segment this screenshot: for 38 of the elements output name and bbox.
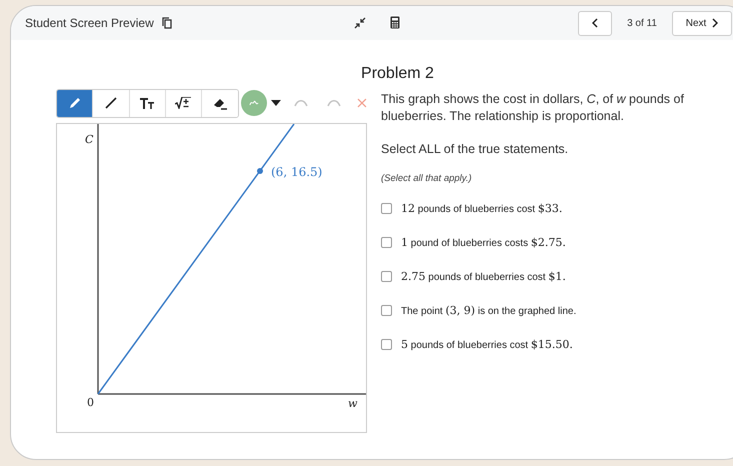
calculator-icon[interactable] bbox=[390, 16, 400, 29]
close-icon[interactable] bbox=[357, 98, 367, 108]
checkbox[interactable] bbox=[381, 304, 392, 316]
x-axis-label: w bbox=[348, 397, 358, 410]
instruction-text: Select ALL of the true statements. bbox=[381, 142, 570, 156]
text-size-icon bbox=[140, 98, 154, 108]
chevron-right-icon bbox=[712, 18, 718, 28]
checkbox[interactable] bbox=[381, 202, 392, 214]
eraser-icon bbox=[212, 96, 228, 110]
chevron-left-icon bbox=[592, 18, 598, 28]
option-label[interactable]: 5 pounds of blueberries cost $15.50. bbox=[401, 338, 573, 350]
checkbox[interactable] bbox=[381, 270, 392, 282]
next-button[interactable]: Next bbox=[672, 10, 732, 36]
color-picker-button[interactable] bbox=[241, 90, 268, 116]
option-label[interactable]: 1 pound of blueberries costs $2.75. bbox=[401, 236, 566, 248]
previous-button[interactable] bbox=[578, 10, 612, 36]
copy-icon[interactable] bbox=[162, 17, 172, 29]
graph-point bbox=[257, 168, 263, 174]
option-label[interactable]: 12 pounds of blueberries cost $33. bbox=[401, 202, 562, 214]
pencil-tool-button[interactable] bbox=[57, 90, 94, 116]
checkbox[interactable] bbox=[381, 338, 392, 350]
dropdown-caret-icon[interactable] bbox=[271, 100, 282, 106]
page-indicator: 3 of 11 bbox=[626, 18, 658, 28]
line-icon bbox=[104, 97, 117, 109]
pencil-icon bbox=[68, 96, 82, 110]
point-label: (6, 16.5) bbox=[271, 165, 322, 179]
square-root-icon bbox=[175, 97, 192, 109]
problem-title: Problem 2 bbox=[360, 65, 435, 83]
origin-label: 0 bbox=[87, 396, 94, 409]
hint-text: (Select all that apply.) bbox=[381, 173, 473, 184]
question-text: This graph shows the cost in dollars, C, of w pounds of blueberries. The relationship is proportional. bbox=[381, 91, 685, 125]
option-label[interactable]: The point (3, 9) is on the graphed line. bbox=[401, 304, 576, 316]
collapse-icon[interactable] bbox=[354, 16, 366, 28]
y-axis-label: C bbox=[85, 133, 94, 146]
option-label[interactable]: 2.75 pounds of blueberries cost $1. bbox=[401, 270, 566, 282]
preview-title: Student Screen Preview bbox=[25, 16, 154, 30]
checkbox[interactable] bbox=[381, 236, 392, 248]
squiggle-icon bbox=[249, 99, 260, 107]
